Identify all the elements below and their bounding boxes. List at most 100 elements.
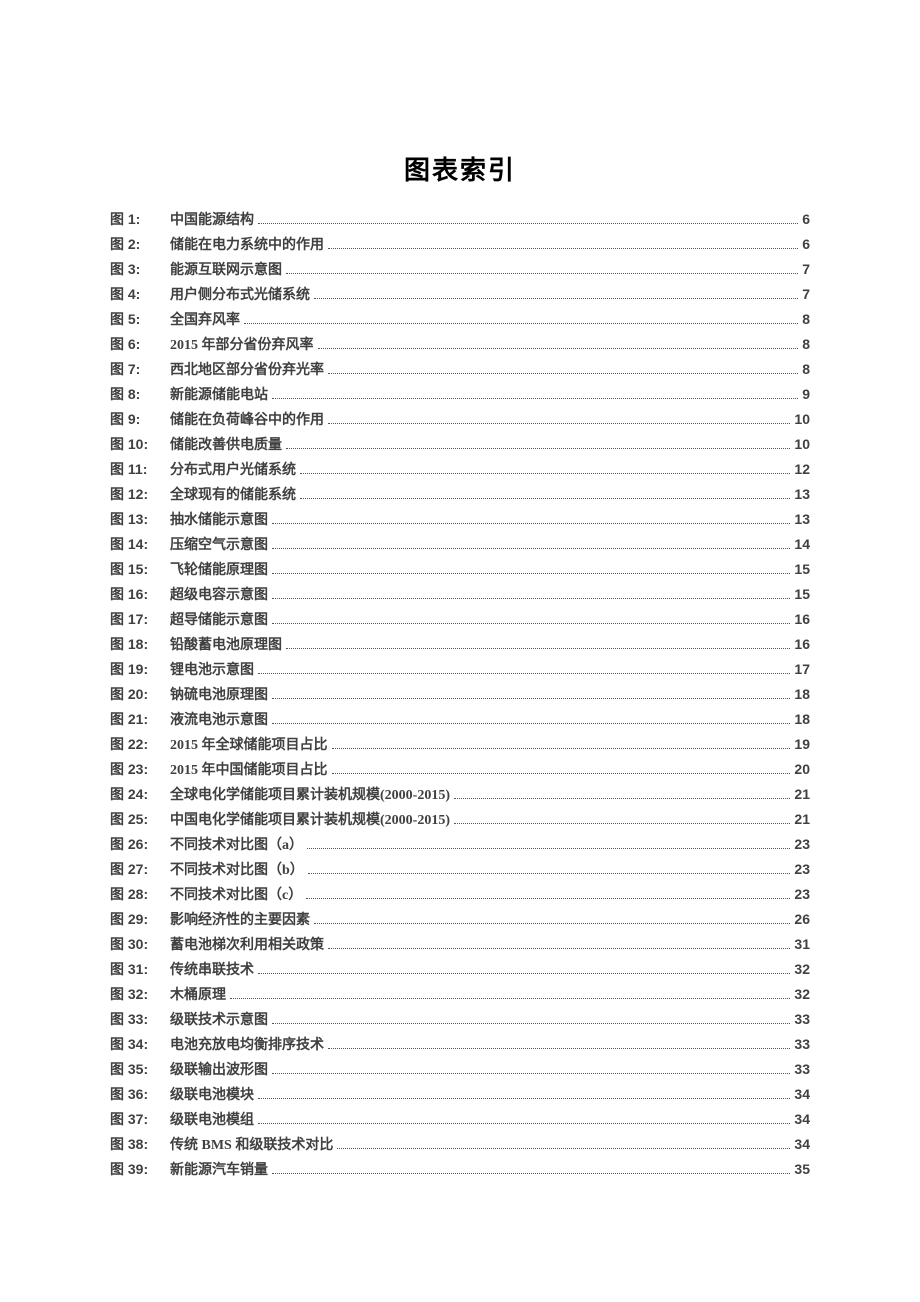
toc-row[interactable]: 图 13:抽水储能示意图13 bbox=[110, 507, 810, 532]
toc-entry-title: 级联电池模块 bbox=[170, 1089, 254, 1103]
toc-row[interactable]: 图 3:能源互联网示意图7 bbox=[110, 257, 810, 282]
toc-row[interactable]: 图 2:储能在电力系统中的作用6 bbox=[110, 232, 810, 257]
toc-leader-dots bbox=[337, 1148, 790, 1149]
toc-row[interactable]: 图 31:传统串联技术 32 bbox=[110, 957, 810, 982]
toc-entry-label: 图 3: bbox=[110, 262, 170, 278]
toc-entry-label: 图 23: bbox=[110, 762, 170, 778]
toc-row[interactable]: 图 36:级联电池模块34 bbox=[110, 1082, 810, 1107]
toc-leader-dots bbox=[454, 798, 790, 799]
toc-row[interactable]: 图 6:2015 年部分省份弃风率8 bbox=[110, 332, 810, 357]
toc-entry-label: 图 36: bbox=[110, 1087, 170, 1103]
toc-row[interactable]: 图 11:分布式用户光储系统12 bbox=[110, 457, 810, 482]
toc-entry-title: 铅酸蓄电池原理图 bbox=[170, 639, 282, 653]
toc-entry-page: 23 bbox=[794, 887, 810, 901]
toc-entry-title: 液流电池示意图 bbox=[170, 714, 268, 728]
toc-entry-page: 13 bbox=[794, 487, 810, 501]
toc-entry-page: 8 bbox=[802, 337, 810, 351]
toc-row[interactable]: 图 14:压缩空气示意图14 bbox=[110, 532, 810, 557]
toc-entry-label: 图 21: bbox=[110, 712, 170, 728]
toc-row[interactable]: 图 38:传统 BMS 和级联技术对比34 bbox=[110, 1132, 810, 1157]
toc-leader-dots bbox=[328, 423, 790, 424]
toc-row[interactable]: 图 32:木桶原理32 bbox=[110, 982, 810, 1007]
toc-entry-label: 图 28: bbox=[110, 887, 170, 903]
toc-entry-label: 图 33: bbox=[110, 1012, 170, 1028]
toc-leader-dots bbox=[308, 873, 791, 874]
toc-leader-dots bbox=[244, 323, 798, 324]
toc-row[interactable]: 图 29:影响经济性的主要因素26 bbox=[110, 907, 810, 932]
toc-row[interactable]: 图 23:2015 年中国储能项目占比20 bbox=[110, 757, 810, 782]
toc-row[interactable]: 图 8:新能源储能电站9 bbox=[110, 382, 810, 407]
toc-entry-title: 中国电化学储能项目累计装机规模(2000-2015) bbox=[170, 814, 450, 828]
toc-entry-page: 33 bbox=[794, 1012, 810, 1026]
toc-row[interactable]: 图 27:不同技术对比图（b）23 bbox=[110, 857, 810, 882]
toc-row[interactable]: 图 4:用户侧分布式光储系统7 bbox=[110, 282, 810, 307]
toc-entry-page: 18 bbox=[794, 687, 810, 701]
toc-entry-page: 35 bbox=[794, 1162, 810, 1176]
toc-entry-page: 15 bbox=[794, 587, 810, 601]
toc-row[interactable]: 图 26:不同技术对比图（a）23 bbox=[110, 832, 810, 857]
toc-entry-label: 图 37: bbox=[110, 1112, 170, 1128]
toc-row[interactable]: 图 1:中国能源结构6 bbox=[110, 207, 810, 232]
toc-leader-dots bbox=[454, 823, 790, 824]
toc-entry-title: 新能源汽车销量 bbox=[170, 1164, 268, 1178]
toc-entry-label: 图 30: bbox=[110, 937, 170, 953]
toc-entry-title: 储能在电力系统中的作用 bbox=[170, 239, 324, 253]
toc-row[interactable]: 图 12:全球现有的储能系统13 bbox=[110, 482, 810, 507]
toc-entry-title: 钠硫电池原理图 bbox=[170, 689, 268, 703]
toc-row[interactable]: 图 34:电池充放电均衡排序技术33 bbox=[110, 1032, 810, 1057]
toc-entry-title: 传统串联技术 bbox=[170, 964, 254, 978]
toc-row[interactable]: 图 16:超级电容示意图 15 bbox=[110, 582, 810, 607]
toc-row[interactable]: 图 39:新能源汽车销量35 bbox=[110, 1157, 810, 1182]
toc-row[interactable]: 图 9:储能在负荷峰谷中的作用10 bbox=[110, 407, 810, 432]
toc-entry-label: 图 38: bbox=[110, 1137, 170, 1153]
toc-leader-dots bbox=[272, 398, 798, 399]
toc-row[interactable]: 图 15:飞轮储能原理图15 bbox=[110, 557, 810, 582]
toc-row[interactable]: 图 5:全国弃风率8 bbox=[110, 307, 810, 332]
toc-entry-title: 超级电容示意图 bbox=[170, 589, 268, 603]
toc-entry-page: 33 bbox=[794, 1062, 810, 1076]
toc-entry-page: 26 bbox=[794, 912, 810, 926]
toc-row[interactable]: 图 37:级联电池模组34 bbox=[110, 1107, 810, 1132]
toc-entry-page: 20 bbox=[794, 762, 810, 776]
toc-leader-dots bbox=[332, 748, 791, 749]
toc-row[interactable]: 图 35:级联输出波形图33 bbox=[110, 1057, 810, 1082]
toc-row[interactable]: 图 24:全球电化学储能项目累计装机规模(2000-2015)21 bbox=[110, 782, 810, 807]
toc-entry-page: 16 bbox=[794, 637, 810, 651]
toc-entry-label: 图 16: bbox=[110, 587, 170, 603]
toc-row[interactable]: 图 7:西北地区部分省份弃光率8 bbox=[110, 357, 810, 382]
toc-entry-page: 18 bbox=[794, 712, 810, 726]
toc-entry-page: 12 bbox=[794, 462, 810, 476]
toc-entry-title: 不同技术对比图（c） bbox=[170, 889, 302, 903]
toc-row[interactable]: 图 30:蓄电池梯次利用相关政策31 bbox=[110, 932, 810, 957]
toc-entry-title: 全球电化学储能项目累计装机规模(2000-2015) bbox=[170, 789, 450, 803]
toc-row[interactable]: 图 33:级联技术示意图33 bbox=[110, 1007, 810, 1032]
toc-entry-page: 10 bbox=[794, 437, 810, 451]
toc-row[interactable]: 图 22:2015 年全球储能项目占比19 bbox=[110, 732, 810, 757]
toc-entry-page: 32 bbox=[794, 962, 810, 976]
page: 图表索引 图 1:中国能源结构6图 2:储能在电力系统中的作用6图 3:能源互联… bbox=[0, 0, 920, 1302]
toc-leader-dots bbox=[318, 348, 799, 349]
toc-row[interactable]: 图 17:超导储能示意图16 bbox=[110, 607, 810, 632]
toc-entry-title: 级联输出波形图 bbox=[170, 1064, 268, 1078]
toc-leader-dots bbox=[328, 948, 790, 949]
toc-row[interactable]: 图 21:液流电池示意图 18 bbox=[110, 707, 810, 732]
toc-row[interactable]: 图 18:铅酸蓄电池原理图16 bbox=[110, 632, 810, 657]
toc-leader-dots bbox=[328, 1048, 790, 1049]
toc-row[interactable]: 图 19:锂电池示意图17 bbox=[110, 657, 810, 682]
toc-row[interactable]: 图 10:储能改善供电质量10 bbox=[110, 432, 810, 457]
toc-row[interactable]: 图 25:中国电化学储能项目累计装机规模(2000-2015)21 bbox=[110, 807, 810, 832]
toc-entry-title: 锂电池示意图 bbox=[170, 664, 254, 678]
toc-entry-page: 23 bbox=[794, 837, 810, 851]
toc-row[interactable]: 图 20:钠硫电池原理图18 bbox=[110, 682, 810, 707]
toc-entry-label: 图 31: bbox=[110, 962, 170, 978]
toc-entry-page: 8 bbox=[802, 362, 810, 376]
toc-entry-page: 13 bbox=[794, 512, 810, 526]
toc-entry-title: 级联电池模组 bbox=[170, 1114, 254, 1128]
toc-entry-title: 传统 BMS 和级联技术对比 bbox=[170, 1139, 333, 1153]
toc-entry-title: 蓄电池梯次利用相关政策 bbox=[170, 939, 324, 953]
toc-entry-page: 33 bbox=[794, 1037, 810, 1051]
toc-entry-title: 新能源储能电站 bbox=[170, 389, 268, 403]
toc-leader-dots bbox=[314, 298, 798, 299]
toc-row[interactable]: 图 28:不同技术对比图（c） 23 bbox=[110, 882, 810, 907]
toc-entry-title: 储能在负荷峰谷中的作用 bbox=[170, 414, 324, 428]
